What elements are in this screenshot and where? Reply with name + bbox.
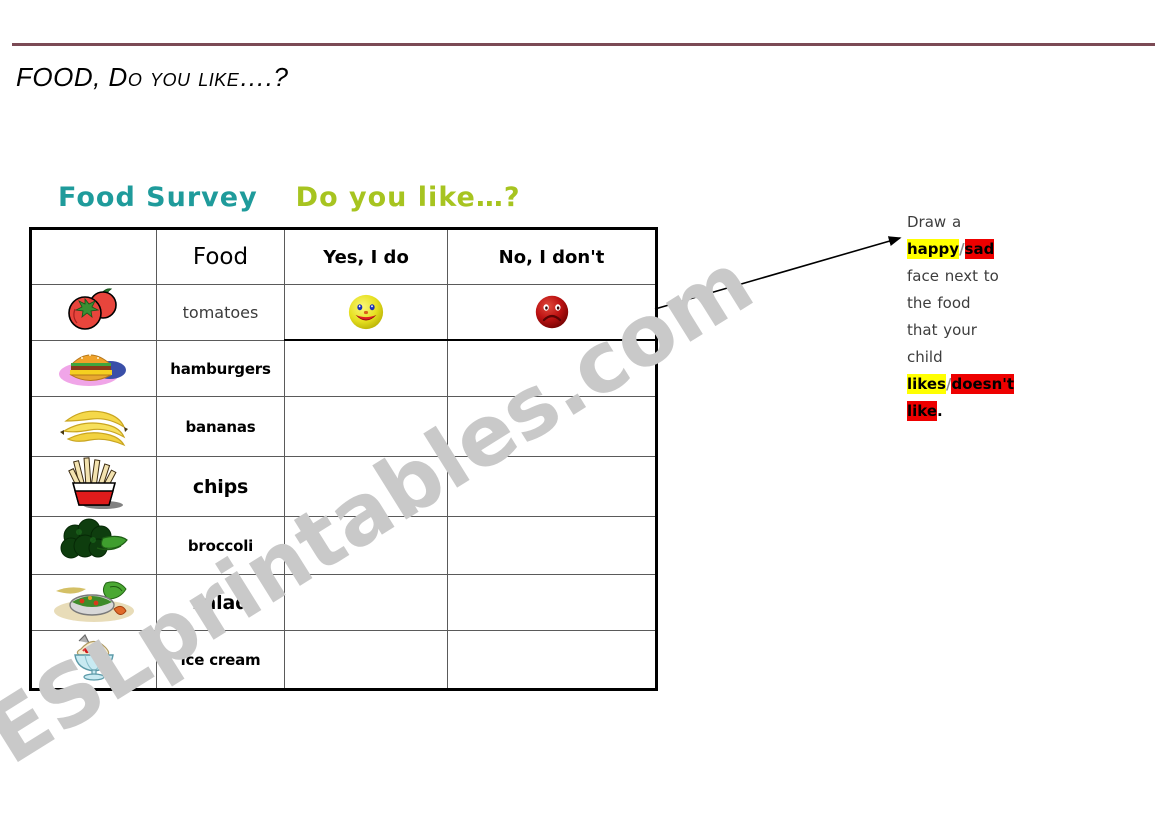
cell-picture bbox=[30, 339, 157, 397]
instructions-text: Draw a happy/sad face next to the food t… bbox=[907, 209, 1031, 425]
cell-food-label: broccoli bbox=[156, 516, 285, 575]
chips-icon bbox=[68, 457, 123, 509]
cell-picture bbox=[30, 574, 157, 631]
page-title: FOOD, Do you like….? bbox=[16, 62, 289, 92]
table-row: ice cream bbox=[30, 630, 657, 690]
cell-answer-yes[interactable] bbox=[284, 516, 448, 575]
table-row: salad bbox=[30, 574, 657, 631]
cell-answer-yes[interactable] bbox=[284, 574, 448, 631]
table-row: tomatoes bbox=[30, 284, 657, 341]
header-divider-rule bbox=[12, 43, 1155, 46]
tomatoes-icon bbox=[68, 288, 117, 330]
hamburger-icon bbox=[59, 353, 126, 386]
table-row: hamburgers bbox=[30, 339, 657, 397]
instruction-line-2: face next to bbox=[907, 267, 999, 285]
cell-answer-no[interactable] bbox=[447, 574, 657, 631]
instruction-line-5: child bbox=[907, 348, 943, 366]
cell-answer-no[interactable] bbox=[447, 396, 657, 457]
instruction-sad-highlight: sad bbox=[964, 239, 995, 259]
food-label: chips bbox=[192, 475, 249, 498]
cell-food-label: hamburgers bbox=[156, 339, 285, 397]
cell-answer-yes[interactable] bbox=[284, 339, 448, 397]
cell-answer-yes[interactable] bbox=[284, 456, 448, 517]
header-cell-yes: Yes, I do bbox=[284, 228, 448, 285]
table-row: broccoli bbox=[30, 516, 657, 575]
cell-food-label: bananas bbox=[156, 396, 285, 457]
sad-face-icon bbox=[535, 295, 568, 329]
broccoli-icon bbox=[60, 518, 128, 559]
cell-answer-yes[interactable] bbox=[284, 284, 448, 341]
instruction-line-1: Draw a bbox=[907, 213, 962, 231]
cell-answer-no[interactable] bbox=[447, 516, 657, 575]
instruction-line-4: that your bbox=[907, 321, 977, 339]
happy-face-icon bbox=[348, 294, 384, 330]
cell-food-label: tomatoes bbox=[156, 284, 285, 341]
instruction-period: . bbox=[937, 402, 943, 420]
worksheet-page: FOOD, Do you like….? Food Survey Do you … bbox=[0, 0, 1169, 821]
cell-food-label: salad bbox=[156, 574, 285, 631]
food-label: broccoli bbox=[187, 537, 254, 555]
cell-food-label: ice cream bbox=[156, 630, 285, 690]
cell-picture bbox=[30, 284, 157, 341]
food-survey-table: Food Yes, I do No, I don't tomatoes hamb… bbox=[29, 227, 658, 691]
header-cell-picture bbox=[30, 228, 157, 285]
cell-answer-no[interactable] bbox=[447, 339, 657, 397]
instruction-likes-highlight: likes bbox=[907, 374, 946, 394]
cell-picture bbox=[30, 516, 157, 575]
salad-icon bbox=[54, 581, 134, 622]
cell-picture bbox=[30, 456, 157, 517]
bananas-icon bbox=[60, 410, 128, 447]
cell-answer-yes[interactable] bbox=[284, 630, 448, 690]
cell-answer-no[interactable] bbox=[447, 630, 657, 690]
header-cell-food: Food bbox=[156, 228, 285, 285]
food-label: tomatoes bbox=[182, 302, 259, 322]
instruction-separator-1: / bbox=[959, 240, 965, 258]
instruction-arrow-icon bbox=[654, 236, 902, 310]
food-label: bananas bbox=[185, 418, 256, 436]
food-label: ice cream bbox=[180, 651, 261, 669]
cell-picture bbox=[30, 630, 157, 690]
ice-cream-icon bbox=[74, 633, 114, 681]
table-header-row: Food Yes, I do No, I don't bbox=[30, 228, 657, 285]
header-cell-no: No, I don't bbox=[447, 228, 657, 285]
instruction-line-3: the food bbox=[907, 294, 971, 312]
cell-answer-yes[interactable] bbox=[284, 396, 448, 457]
food-label: hamburgers bbox=[170, 359, 271, 378]
table-row: bananas bbox=[30, 396, 657, 457]
table-row: chips bbox=[30, 456, 657, 517]
instruction-happy-highlight: happy bbox=[907, 239, 960, 259]
survey-heading: Food Survey Do you like…? bbox=[58, 182, 521, 213]
cell-food-label: chips bbox=[156, 456, 285, 517]
survey-heading-sub: Do you like…? bbox=[295, 182, 521, 213]
cell-answer-no[interactable] bbox=[447, 284, 657, 341]
survey-heading-main: Food Survey bbox=[58, 182, 258, 213]
cell-answer-no[interactable] bbox=[447, 456, 657, 517]
food-label: salad bbox=[192, 591, 249, 614]
cell-picture bbox=[30, 396, 157, 457]
